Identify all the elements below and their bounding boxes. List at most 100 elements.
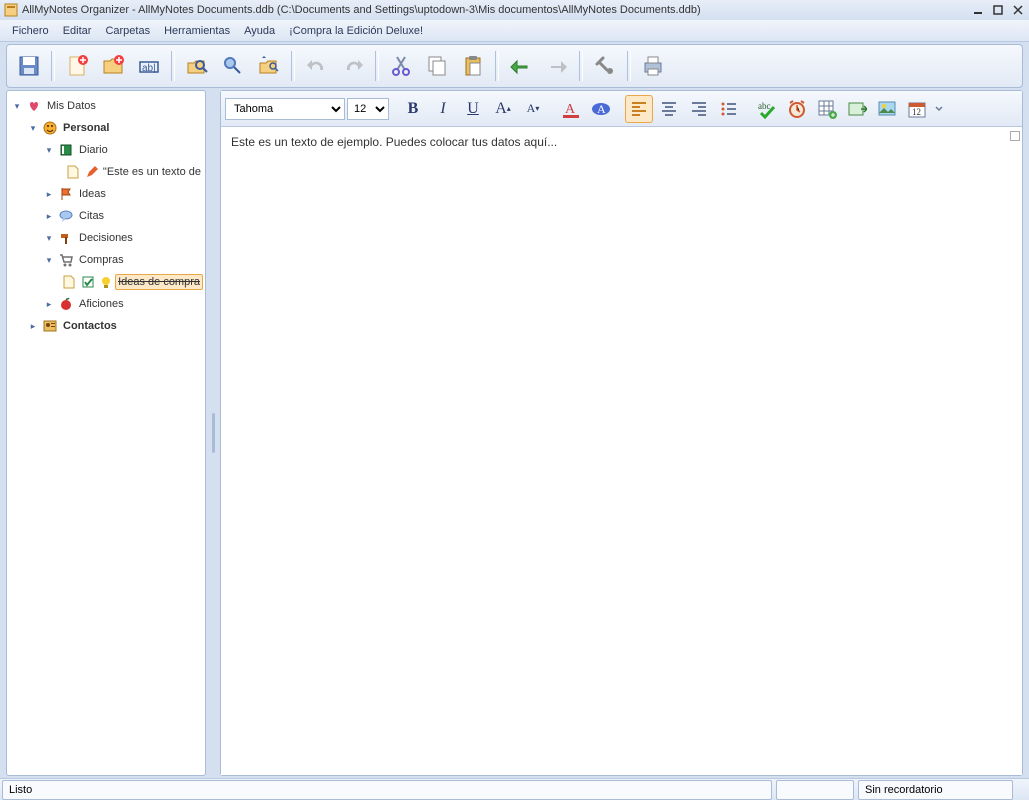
tree-label: Personal	[61, 121, 111, 135]
check-icon	[82, 274, 94, 290]
collapse-icon[interactable]: ▾	[27, 123, 39, 134]
note-icon	[66, 164, 80, 180]
menu-bar: Fichero Editar Carpetas Herramientas Ayu…	[0, 20, 1029, 42]
font-shrink-button[interactable]: A▾	[519, 95, 547, 123]
collapse-icon[interactable]: ▾	[43, 255, 55, 266]
close-button[interactable]	[1011, 4, 1025, 16]
italic-button[interactable]: I	[429, 95, 457, 123]
bubble-icon	[58, 208, 74, 224]
save-button[interactable]	[13, 50, 45, 82]
editor-panel: Tahoma 12 B I U A▴ A▾ A A abc 12	[220, 90, 1023, 776]
svg-text:12: 12	[912, 107, 921, 117]
collapse-icon[interactable]: ▾	[43, 145, 55, 156]
rename-button[interactable]: ab|	[133, 50, 165, 82]
collapse-icon[interactable]: ▾	[11, 101, 23, 112]
smiley-icon	[42, 120, 58, 136]
editor-content: Este es un texto de ejemplo. Puedes colo…	[231, 135, 557, 149]
apple-icon	[58, 296, 74, 312]
expand-icon[interactable]: ▸	[27, 321, 39, 332]
tree-contactos[interactable]: ▸ Contactos	[9, 315, 203, 337]
svg-text:ab|: ab|	[142, 63, 156, 74]
status-reminder: Sin recordatorio	[858, 780, 1013, 800]
copy-button[interactable]	[421, 50, 453, 82]
find-button[interactable]	[181, 50, 213, 82]
undo-button[interactable]	[301, 50, 333, 82]
heart-icon	[26, 98, 42, 114]
tree-diario[interactable]: ▾ Diario	[9, 139, 203, 161]
bullets-button[interactable]	[715, 95, 743, 123]
bold-button[interactable]: B	[399, 95, 427, 123]
splitter[interactable]	[210, 90, 216, 776]
paste-button[interactable]	[457, 50, 489, 82]
expand-icon[interactable]: ▸	[43, 299, 55, 310]
tree-label: Ideas de compra	[115, 274, 203, 290]
collapse-icon[interactable]: ▾	[43, 233, 55, 244]
tree-label: Compras	[77, 253, 126, 267]
expand-icon[interactable]: ▸	[43, 189, 55, 200]
advanced-find-button[interactable]	[253, 50, 285, 82]
insert-link-button[interactable]	[843, 95, 871, 123]
tree-ideas[interactable]: ▸ Ideas	[9, 183, 203, 205]
tree-root[interactable]: ▾ Mis Datos	[9, 95, 203, 117]
underline-button[interactable]: U	[459, 95, 487, 123]
menu-herramientas[interactable]: Herramientas	[158, 23, 236, 39]
tree-aficiones[interactable]: ▸ Aficiones	[9, 293, 203, 315]
menu-ayuda[interactable]: Ayuda	[238, 23, 281, 39]
menu-editar[interactable]: Editar	[57, 23, 98, 39]
svg-text:abc: abc	[758, 101, 771, 111]
font-color-button[interactable]: A	[557, 95, 585, 123]
align-center-button[interactable]	[655, 95, 683, 123]
font-select[interactable]: Tahoma	[225, 98, 345, 120]
spellcheck-button[interactable]: abc	[753, 95, 781, 123]
menu-buy-deluxe[interactable]: ¡Compra la Edición Deluxe!	[283, 23, 429, 39]
maximize-button[interactable]	[991, 4, 1005, 16]
menu-fichero[interactable]: Fichero	[6, 23, 55, 39]
insert-date-button[interactable]: 12	[903, 95, 931, 123]
new-folder-button[interactable]	[97, 50, 129, 82]
tree-label: Diario	[77, 143, 110, 157]
status-mid	[776, 780, 854, 800]
svg-text:A: A	[597, 102, 606, 116]
status-left: Listo	[2, 780, 772, 800]
tree-diario-note[interactable]: "Este es un texto de	[9, 161, 203, 183]
redo-button[interactable]	[337, 50, 369, 82]
forward-button[interactable]	[541, 50, 573, 82]
back-button[interactable]	[505, 50, 537, 82]
book-icon	[58, 142, 74, 158]
main-area: ▾ Mis Datos ▾ Personal ▾ Diario "Este es…	[6, 90, 1023, 776]
font-grow-button[interactable]: A▴	[489, 95, 517, 123]
tree-compras[interactable]: ▾ Compras	[9, 249, 203, 271]
editor-textarea[interactable]: Este es un texto de ejemplo. Puedes colo…	[221, 127, 1022, 775]
global-find-button[interactable]	[217, 50, 249, 82]
alarm-button[interactable]	[783, 95, 811, 123]
tree-citas[interactable]: ▸ Citas	[9, 205, 203, 227]
tree-label: Ideas	[77, 187, 108, 201]
insert-image-button[interactable]	[873, 95, 901, 123]
more-button[interactable]	[933, 95, 945, 123]
tree-panel: ▾ Mis Datos ▾ Personal ▾ Diario "Este es…	[6, 90, 206, 776]
menu-carpetas[interactable]: Carpetas	[99, 23, 156, 39]
minimize-button[interactable]	[971, 4, 985, 16]
cut-button[interactable]	[385, 50, 417, 82]
tree-compras-note[interactable]: Ideas de compra	[9, 271, 203, 293]
align-left-button[interactable]	[625, 95, 653, 123]
expand-icon[interactable]: ▸	[43, 211, 55, 222]
window-title: AllMyNotes Organizer - AllMyNotes Docume…	[22, 4, 971, 16]
tree-label: "Este es un texto de	[101, 165, 203, 179]
tree-decisiones[interactable]: ▾ Decisiones	[9, 227, 203, 249]
tree-label: Mis Datos	[45, 99, 98, 113]
insert-table-button[interactable]	[813, 95, 841, 123]
highlight-button[interactable]: A	[587, 95, 615, 123]
tree-label: Aficiones	[77, 297, 126, 311]
settings-button[interactable]	[589, 50, 621, 82]
align-right-button[interactable]	[685, 95, 713, 123]
print-button[interactable]	[637, 50, 669, 82]
tree-personal[interactable]: ▾ Personal	[9, 117, 203, 139]
font-size-select[interactable]: 12	[347, 98, 389, 120]
main-toolbar: ab|	[6, 44, 1023, 88]
app-icon	[4, 3, 18, 17]
bulb-icon	[100, 274, 112, 290]
new-note-button[interactable]	[61, 50, 93, 82]
pencil-icon	[86, 164, 98, 180]
tree-label: Contactos	[61, 319, 119, 333]
